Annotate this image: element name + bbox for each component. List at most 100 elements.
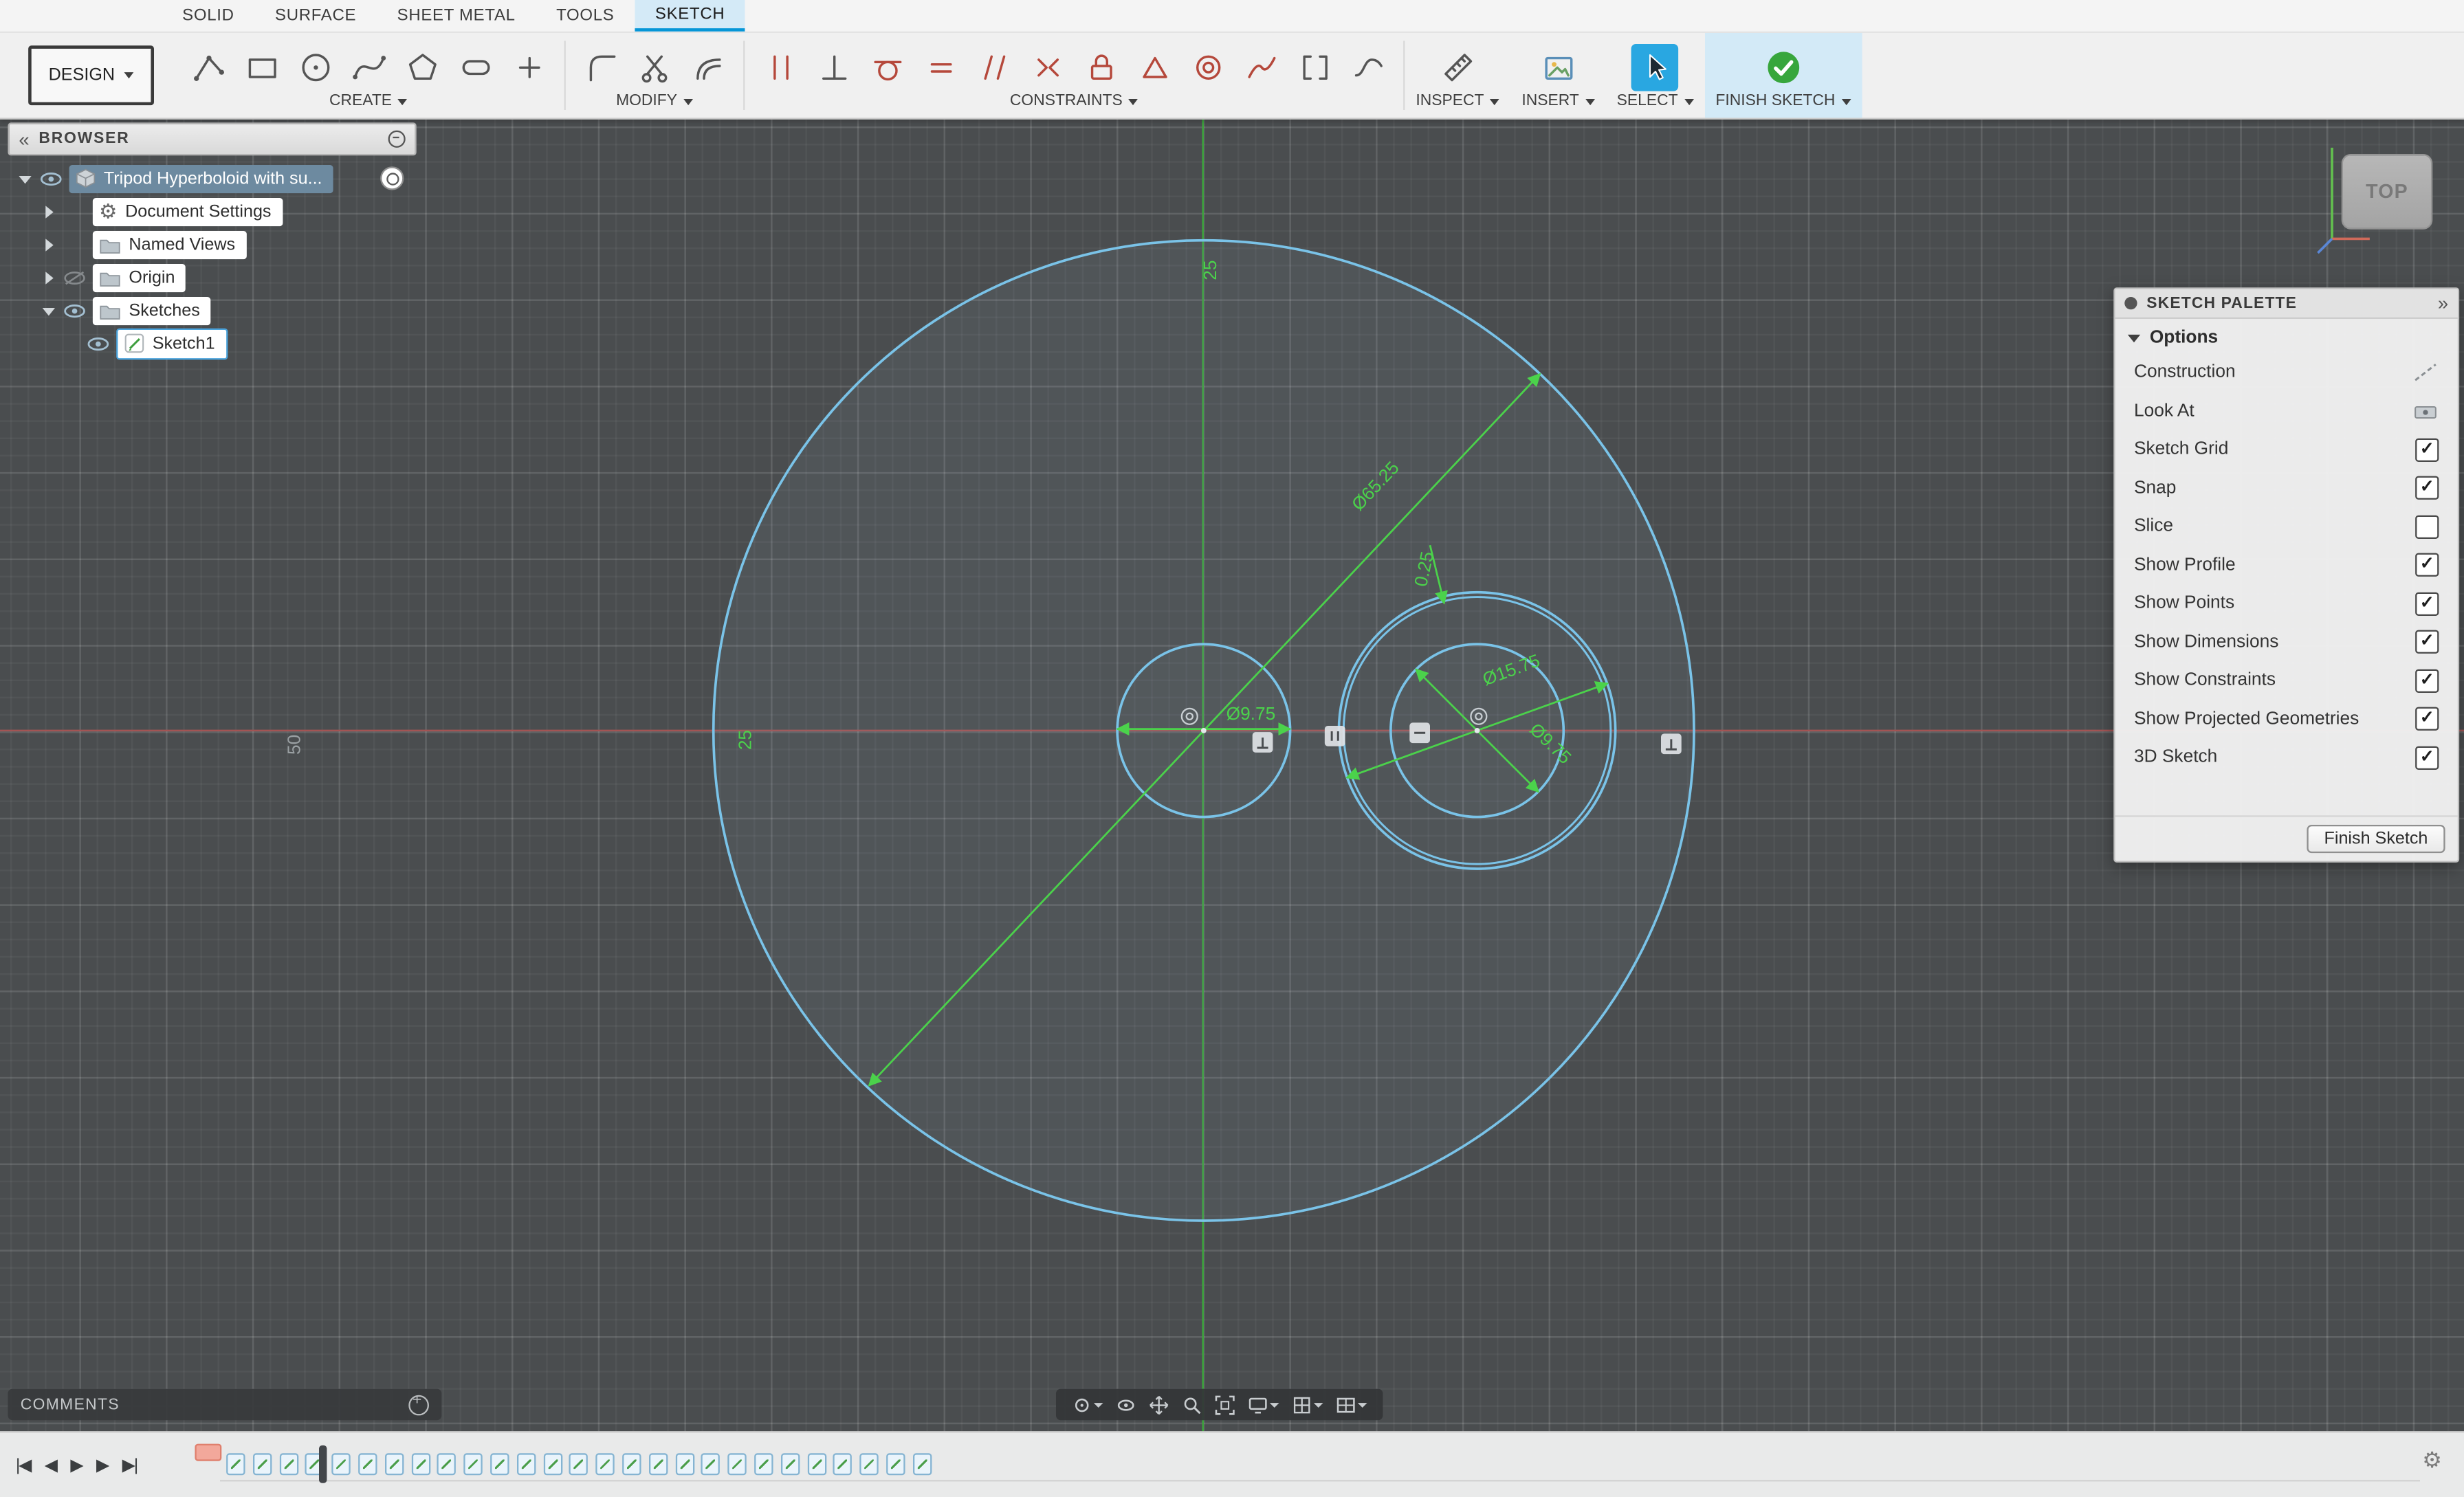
browser-item-sketch1[interactable]: Sketch1 — [8, 326, 416, 359]
constraints-menu[interactable]: CONSTRAINTS — [1010, 93, 1138, 113]
fillet-tool-button[interactable] — [577, 42, 626, 92]
visibility-eye-icon[interactable] — [85, 334, 111, 353]
dimension-label-25-left[interactable]: 25 — [735, 730, 756, 750]
fit-icon[interactable] — [1211, 1393, 1238, 1416]
spline-tool-button[interactable] — [344, 42, 393, 92]
show-profile-checkbox[interactable] — [2415, 553, 2439, 577]
browser-item-tripod-hyperboloid-with-su[interactable]: Tripod Hyperboloid with su... — [8, 162, 416, 195]
equal-constraint-button[interactable] — [916, 42, 965, 92]
timeline-feature-14[interactable] — [569, 1453, 588, 1475]
dimension-label-25-top[interactable]: 25 — [1200, 260, 1220, 280]
browser-item-sketches[interactable]: Sketches — [8, 293, 416, 326]
pan-icon[interactable] — [1145, 1393, 1172, 1416]
view-cube[interactable]: TOP — [2298, 135, 2448, 267]
visibility-eye-icon[interactable] — [38, 169, 65, 188]
show-points-checkbox[interactable] — [2415, 592, 2439, 615]
collinear-constraint-button[interactable] — [1290, 42, 1339, 92]
timeline-playhead[interactable] — [319, 1445, 327, 1483]
timeline-feature-25[interactable] — [860, 1453, 879, 1475]
timeline-feature-26[interactable] — [886, 1453, 905, 1475]
go-to-start-button[interactable]: |◀ — [16, 1455, 30, 1476]
browser-item-chip[interactable]: Document Settings — [93, 197, 283, 225]
horizontal-vertical-constraint-button[interactable] — [756, 42, 804, 92]
midpoint-constraint-button[interactable] — [1130, 42, 1178, 92]
select-menu[interactable]: SELECT — [1617, 93, 1694, 113]
offset-tool-button[interactable] — [683, 42, 732, 92]
curvature-constraint-button[interactable] — [1237, 42, 1286, 92]
finish-sketch-menu[interactable]: FINISH SKETCH — [1715, 93, 1851, 113]
disclosure-closed-icon[interactable] — [41, 269, 56, 285]
browser-display-options-icon[interactable] — [388, 131, 406, 148]
timeline-feature-9[interactable] — [437, 1453, 456, 1475]
timeline-feature-17[interactable] — [649, 1453, 668, 1475]
disclosure-open-icon[interactable] — [41, 302, 56, 318]
timeline-feature-8[interactable] — [411, 1453, 430, 1475]
concentric-constraint-button[interactable] — [1183, 42, 1232, 92]
timeline-settings-gear-icon[interactable] — [2422, 1448, 2442, 1470]
viewcube-face-top[interactable]: TOP — [2342, 154, 2433, 230]
tab-sheet-metal[interactable]: SHEET METAL — [377, 0, 536, 32]
timeline-feature-11[interactable] — [490, 1453, 509, 1475]
slot-tool-button[interactable] — [451, 42, 500, 92]
orbit-icon[interactable] — [1068, 1393, 1106, 1416]
show-projected-geometries-checkbox[interactable] — [2415, 707, 2439, 731]
look-at-icon[interactable] — [2412, 400, 2439, 422]
options-section-header[interactable]: Options — [2115, 319, 2458, 353]
finish-sketch-check-button[interactable] — [1759, 42, 1807, 92]
step-forward-button[interactable]: ▶ — [96, 1455, 108, 1476]
timeline-feature-12[interactable] — [517, 1453, 536, 1475]
slice-checkbox[interactable] — [2415, 515, 2439, 538]
timeline-feature-7[interactable] — [385, 1453, 404, 1475]
polygon-tool-button[interactable] — [397, 42, 446, 92]
circle-tool-button[interactable] — [291, 42, 340, 92]
browser-item-chip[interactable]: Sketches — [93, 296, 211, 324]
timeline-feature-20[interactable] — [728, 1453, 747, 1475]
browser-item-chip[interactable]: Tripod Hyperboloid with su... — [69, 164, 333, 192]
timeline-feature-24[interactable] — [833, 1453, 852, 1475]
insert-image-button[interactable] — [1534, 42, 1583, 92]
collapse-browser-icon[interactable] — [19, 130, 29, 148]
timeline-feature-15[interactable] — [596, 1453, 615, 1475]
timeline-feature-1[interactable] — [226, 1453, 245, 1475]
play-button[interactable]: ▶ — [70, 1455, 82, 1476]
show-constraints-checkbox[interactable] — [2415, 669, 2439, 692]
sketch-grid-checkbox[interactable] — [2415, 438, 2439, 461]
timeline-feature-19[interactable] — [701, 1453, 720, 1475]
timeline-feature-18[interactable] — [675, 1453, 694, 1475]
activate-component-radio[interactable] — [380, 166, 404, 190]
measure-tool-button[interactable] — [1433, 42, 1482, 92]
finish-sketch-button[interactable]: Finish Sketch — [2307, 825, 2445, 853]
timeline-feature-6[interactable] — [358, 1453, 377, 1475]
parallel-constraint-button[interactable] — [969, 42, 1018, 92]
browser-item-chip[interactable]: Named Views — [93, 230, 246, 258]
dimension-label-center-circle[interactable]: Ø9.75 — [1226, 703, 1276, 724]
insert-menu[interactable]: INSERT — [1521, 93, 1594, 113]
show-dimensions-checkbox[interactable] — [2415, 630, 2439, 654]
timeline-feature-22[interactable] — [781, 1453, 800, 1475]
browser-item-document-settings[interactable]: Document Settings — [8, 195, 416, 228]
timeline-feature-13[interactable] — [543, 1453, 562, 1475]
go-to-end-button[interactable]: ▶| — [122, 1455, 137, 1476]
tab-tools[interactable]: TOOLS — [536, 0, 635, 32]
browser-item-chip[interactable]: Sketch1 — [116, 328, 228, 359]
inspect-menu[interactable]: INSPECT — [1416, 93, 1499, 113]
snap-checkbox[interactable] — [2415, 476, 2439, 500]
create-menu[interactable]: CREATE — [329, 93, 408, 113]
symmetry-constraint-button[interactable] — [1023, 42, 1072, 92]
browser-item-origin[interactable]: Origin — [8, 260, 416, 293]
fix-constraint-button[interactable] — [1077, 42, 1125, 92]
viewports-icon[interactable] — [1332, 1393, 1370, 1416]
look-at-icon[interactable] — [1112, 1393, 1139, 1416]
comments-bar[interactable]: COMMENTS — [8, 1389, 441, 1421]
timeline-feature-27[interactable] — [913, 1453, 932, 1475]
timeline-feature-16[interactable] — [622, 1453, 641, 1475]
line-tool-button[interactable] — [184, 42, 232, 92]
timeline-feature-2[interactable] — [253, 1453, 272, 1475]
timeline-feature-10[interactable] — [464, 1453, 483, 1475]
visibility-eye-icon[interactable] — [61, 301, 88, 320]
perpendicular-constraint-button[interactable] — [809, 42, 858, 92]
timeline-feature-3[interactable] — [279, 1453, 298, 1475]
disclosure-open-icon[interactable] — [17, 170, 33, 186]
tangent-constraint-button[interactable] — [863, 42, 912, 92]
tab-sketch[interactable]: SKETCH — [635, 0, 745, 32]
